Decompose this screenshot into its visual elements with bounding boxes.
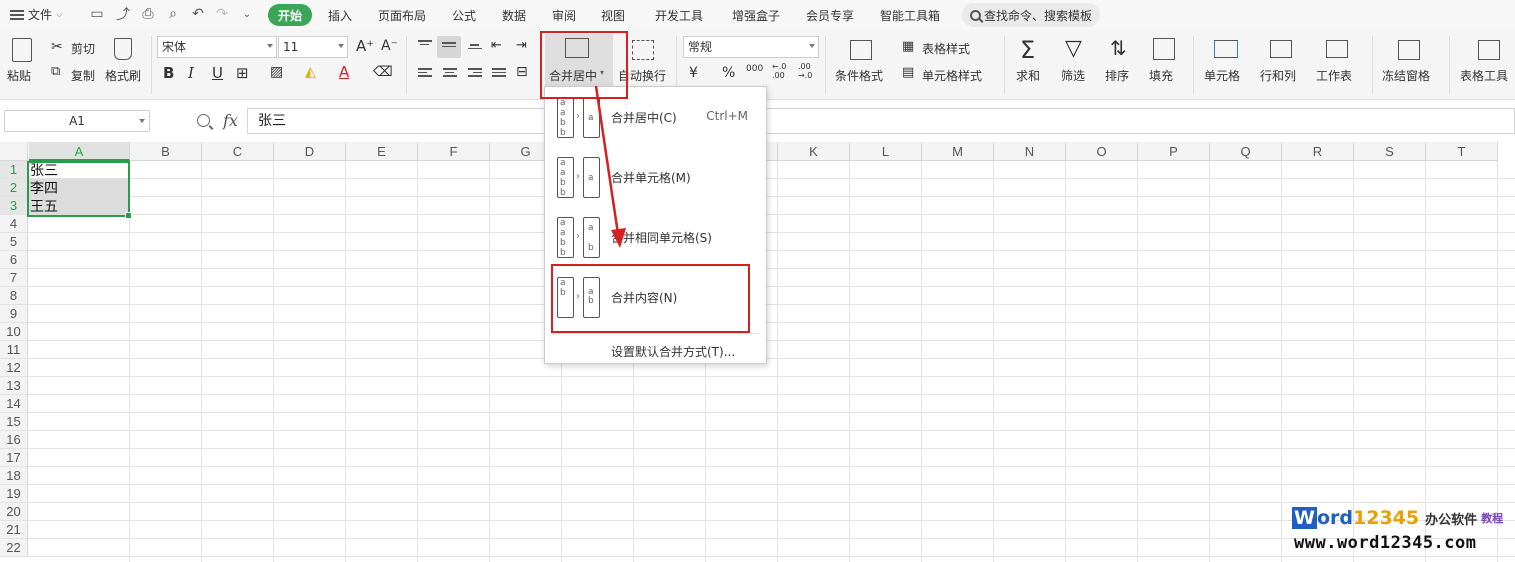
watermark-chinese: 办公软件 xyxy=(1425,512,1478,528)
watermark-w: W xyxy=(1292,507,1317,529)
arrow-head xyxy=(611,228,626,248)
watermark-url: www.word12345.com xyxy=(1294,533,1477,553)
watermark-brand: W ord 12345 办公软件 教程 xyxy=(1292,506,1503,530)
watermark-ord: ord xyxy=(1316,507,1353,529)
annotation-arrow xyxy=(594,85,626,248)
watermark-number: 12345 xyxy=(1353,507,1420,529)
watermark-tag: 教程 xyxy=(1481,512,1504,525)
watermark-logo: W ord 12345 办公软件 教程 www.word12345.com xyxy=(1290,506,1512,558)
arrow-shaft xyxy=(594,85,620,235)
